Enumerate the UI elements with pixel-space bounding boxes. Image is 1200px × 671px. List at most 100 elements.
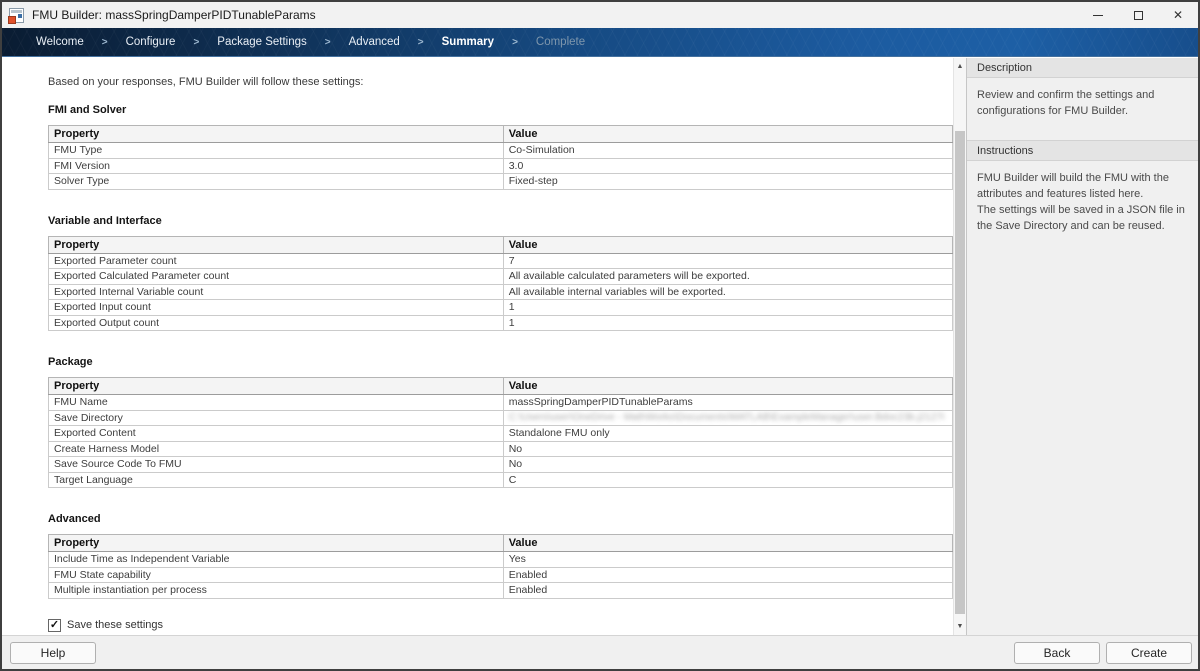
scrollbar-thumb[interactable] bbox=[955, 131, 965, 614]
table-header-property: Property bbox=[49, 535, 504, 552]
footer-bar: Help Back Create bbox=[2, 635, 1198, 669]
maximize-icon bbox=[1134, 11, 1143, 20]
row-property: Solver Type bbox=[49, 174, 504, 190]
app-icon bbox=[9, 8, 24, 23]
body-area: Based on your responses, FMU Builder wil… bbox=[2, 58, 1198, 635]
checkbox-label: Save these settings bbox=[67, 619, 163, 631]
vertical-scrollbar[interactable]: ▲ ▼ bbox=[953, 58, 966, 635]
section-title: Variable and Interface bbox=[48, 215, 953, 228]
nav-step-complete[interactable]: Complete bbox=[536, 36, 585, 48]
table-header-row: PropertyValue bbox=[49, 535, 953, 552]
window-title: FMU Builder: massSpringDamperPIDTunableP… bbox=[32, 8, 316, 22]
row-value: massSpringDamperPIDTunableParams bbox=[503, 395, 952, 411]
wizard-nav: Welcome > Configure > Package Settings > Advan… bbox=[2, 28, 1198, 57]
instructions-header: Instructions bbox=[967, 140, 1198, 161]
table-header-value: Value bbox=[503, 126, 952, 143]
nav-separator: > bbox=[193, 37, 199, 48]
table-header-row: PropertyValue bbox=[49, 378, 953, 395]
table-header-value: Value bbox=[503, 378, 952, 395]
table-row: Exported ContentStandalone FMU only bbox=[49, 426, 953, 442]
summary-table: PropertyValueFMU TypeCo-SimulationFMI Ve… bbox=[48, 125, 953, 190]
table-header-property: Property bbox=[49, 378, 504, 395]
row-property: Save Directory bbox=[49, 410, 504, 426]
row-property: Save Source Code To FMU bbox=[49, 457, 504, 473]
table-row: FMU TypeCo-Simulation bbox=[49, 143, 953, 159]
window-controls: ✕ bbox=[1078, 2, 1198, 28]
help-button[interactable]: Help bbox=[10, 642, 96, 664]
scroll-up-arrow-icon[interactable]: ▲ bbox=[954, 59, 966, 73]
row-property: FMI Version bbox=[49, 158, 504, 174]
table-row: Exported Input count1 bbox=[49, 300, 953, 316]
row-value: Co-Simulation bbox=[503, 143, 952, 159]
row-value: 3.0 bbox=[503, 158, 952, 174]
summary-table: PropertyValueFMU NamemassSpringDamperPID… bbox=[48, 377, 953, 488]
sections: FMI and SolverPropertyValueFMU TypeCo-Si… bbox=[48, 104, 953, 599]
fmu-builder-window: FMU Builder: massSpringDamperPIDTunableP… bbox=[0, 0, 1200, 671]
row-value: Fixed-step bbox=[503, 174, 952, 190]
row-property: Exported Input count bbox=[49, 300, 504, 316]
table-header-value: Value bbox=[503, 236, 952, 253]
table-row: Save Source Code To FMUNo bbox=[49, 457, 953, 473]
nav-separator: > bbox=[102, 37, 108, 48]
summary-table: PropertyValueExported Parameter count7Ex… bbox=[48, 236, 953, 332]
window-titlebar: FMU Builder: massSpringDamperPIDTunableP… bbox=[2, 2, 1198, 28]
table-header-row: PropertyValue bbox=[49, 236, 953, 253]
row-value: No bbox=[503, 457, 952, 473]
nav-step-advanced[interactable]: Advanced bbox=[349, 36, 400, 48]
instructions-text: FMU Builder will build the FMU with the … bbox=[967, 161, 1198, 244]
table-header-property: Property bbox=[49, 126, 504, 143]
nav-step-package-settings[interactable]: Package Settings bbox=[217, 36, 307, 48]
instructions-line: FMU Builder will build the FMU with the … bbox=[977, 170, 1188, 202]
row-property: Exported Parameter count bbox=[49, 253, 504, 269]
row-property: FMU State capability bbox=[49, 567, 504, 583]
row-value: Standalone FMU only bbox=[503, 426, 952, 442]
row-value: Yes bbox=[503, 552, 952, 568]
row-property: FMU Name bbox=[49, 395, 504, 411]
table-row: FMU State capabilityEnabled bbox=[49, 567, 953, 583]
table-row: Solver TypeFixed-step bbox=[49, 174, 953, 190]
nav-step-welcome[interactable]: Welcome bbox=[36, 36, 84, 48]
row-value: All available calculated parameters will… bbox=[503, 269, 952, 285]
description-text: Review and confirm the settings and conf… bbox=[967, 78, 1198, 140]
row-value: C bbox=[503, 472, 952, 488]
row-property: FMU Type bbox=[49, 143, 504, 159]
row-value: 1 bbox=[503, 300, 952, 316]
nav-step-summary[interactable]: Summary bbox=[442, 36, 494, 48]
table-row: Save Directory C:\Users\user\OneDrive - M… bbox=[49, 410, 953, 426]
row-value: Enabled bbox=[503, 583, 952, 599]
table-header-row: PropertyValue bbox=[49, 126, 953, 143]
description-header: Description bbox=[967, 58, 1198, 78]
row-value: No bbox=[503, 441, 952, 457]
table-row: Include Time as Independent VariableYes bbox=[49, 552, 953, 568]
nav-separator: > bbox=[325, 37, 331, 48]
app-icon-detail bbox=[8, 16, 16, 24]
table-row: Exported Calculated Parameter countAll a… bbox=[49, 269, 953, 285]
section-title: Advanced bbox=[48, 513, 953, 526]
row-value: 7 bbox=[503, 253, 952, 269]
nav-separator: > bbox=[418, 37, 424, 48]
close-button[interactable]: ✕ bbox=[1158, 2, 1198, 28]
nav-step-configure[interactable]: Configure bbox=[126, 36, 176, 48]
instructions-line: The settings will be saved in a JSON fil… bbox=[977, 202, 1188, 234]
checkbox-box[interactable]: ✓ bbox=[48, 619, 61, 632]
intro-text: Based on your responses, FMU Builder wil… bbox=[48, 76, 953, 89]
save-settings-checkbox[interactable]: ✓ Save these settings bbox=[48, 619, 953, 632]
section-title: Package bbox=[48, 356, 953, 369]
create-button[interactable]: Create bbox=[1106, 642, 1192, 664]
section-title: FMI and Solver bbox=[48, 104, 953, 117]
table-header-property: Property bbox=[49, 236, 504, 253]
row-value: Enabled bbox=[503, 567, 952, 583]
table-row: Exported Internal Variable countAll avai… bbox=[49, 284, 953, 300]
scroll-down-arrow-icon[interactable]: ▼ bbox=[954, 619, 966, 633]
back-button[interactable]: Back bbox=[1014, 642, 1100, 664]
row-property: Exported Content bbox=[49, 426, 504, 442]
minimize-button[interactable] bbox=[1078, 2, 1118, 28]
row-property: Exported Calculated Parameter count bbox=[49, 269, 504, 285]
redacted-path: C:\Users\user\OneDrive - MathWorks\Docum… bbox=[509, 412, 944, 423]
table-row: FMU NamemassSpringDamperPIDTunableParams bbox=[49, 395, 953, 411]
maximize-button[interactable] bbox=[1118, 2, 1158, 28]
help-sidebar: Description Review and confirm the setti… bbox=[966, 58, 1198, 635]
table-row: Multiple instantiation per processEnable… bbox=[49, 583, 953, 599]
row-property: Exported Output count bbox=[49, 315, 504, 331]
row-property: Include Time as Independent Variable bbox=[49, 552, 504, 568]
